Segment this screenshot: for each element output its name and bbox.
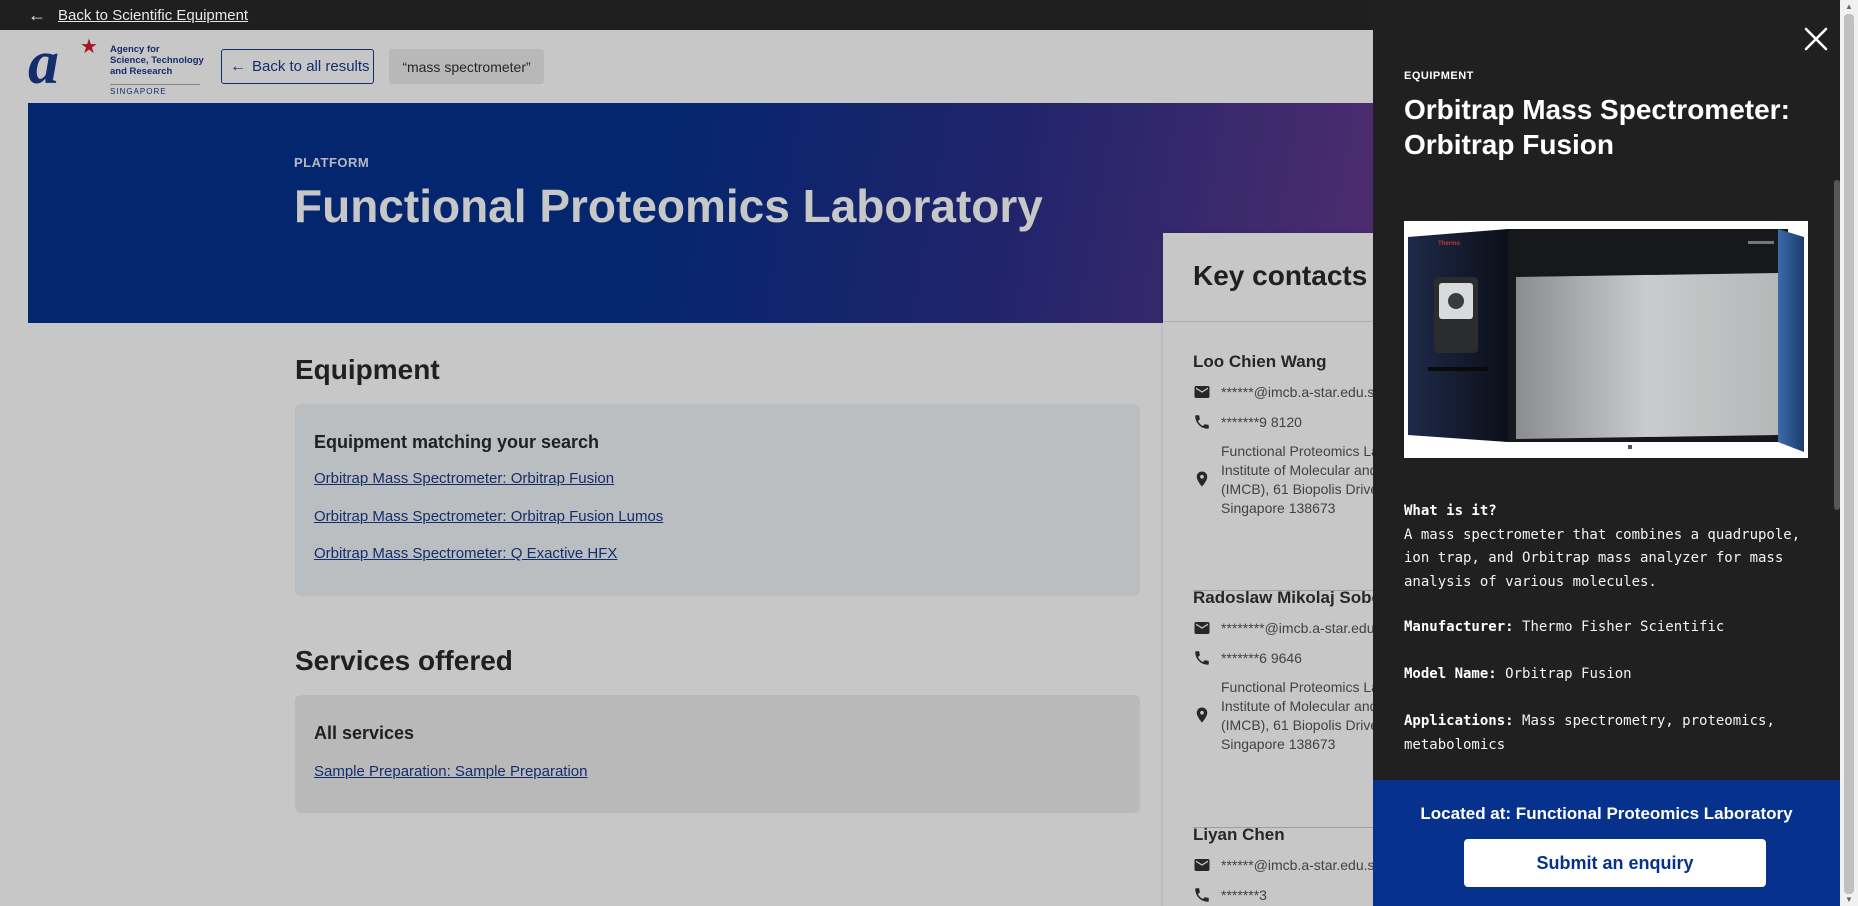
model-value: Orbitrap Fusion xyxy=(1505,666,1632,682)
window-scrollbar[interactable]: ▲ ▼ xyxy=(1840,0,1858,906)
scrollbar-thumb[interactable] xyxy=(1844,14,1854,894)
astar-logo[interactable]: a ★ Agency for Science, Technology and R… xyxy=(28,30,204,97)
equipment-card: Equipment matching your search Orbitrap … xyxy=(295,404,1140,596)
logo-country: SINGAPORE xyxy=(110,84,200,96)
what-is-it-section: What is it? A mass spectrometer that com… xyxy=(1404,500,1814,594)
logo-org-name: Agency for Science, Technology and Resea… xyxy=(110,44,204,77)
located-at-text: Located at: Functional Proteomics Labora… xyxy=(1420,804,1793,823)
location-pin-icon xyxy=(1196,707,1208,723)
what-is-it-label: What is it? xyxy=(1404,503,1497,519)
star-icon: ★ xyxy=(80,36,98,58)
services-card: All services Sample Preparation: Sample … xyxy=(295,695,1140,813)
manufacturer-row: Manufacturer: Thermo Fisher Scientific xyxy=(1404,616,1814,640)
services-card-heading: All services xyxy=(314,723,415,743)
equipment-card-heading: Equipment matching your search xyxy=(314,432,600,452)
page-title: Functional Proteomics Laboratory xyxy=(294,180,1043,232)
equipment-link[interactable]: Orbitrap Mass Spectrometer: Orbitrap Fus… xyxy=(314,470,614,487)
equipment-detail-panel: EQUIPMENT Orbitrap Mass Spectrometer: Or… xyxy=(1373,0,1840,906)
service-link[interactable]: Sample Preparation: Sample Preparation xyxy=(314,763,588,780)
logo-a-mark: a xyxy=(28,30,59,97)
equipment-kicker: EQUIPMENT xyxy=(1404,70,1474,82)
mail-icon xyxy=(1194,859,1210,871)
arrow-left-icon: ← xyxy=(28,5,46,25)
manufacturer-value: Thermo Fisher Scientific xyxy=(1522,619,1725,635)
equipment-heading: Equipment xyxy=(295,354,440,385)
arrow-left-icon: ← xyxy=(230,57,246,75)
back-to-all-results-label: Back to all results xyxy=(252,58,370,75)
scroll-down-icon[interactable]: ▼ xyxy=(1845,895,1853,904)
applications-row: Applications: Mass spectrometry, proteom… xyxy=(1404,710,1814,757)
scroll-up-icon[interactable]: ▲ xyxy=(1845,2,1853,11)
search-query-chip: “mass spectrometer” xyxy=(389,49,544,84)
back-to-all-results-button[interactable]: ← Back to all results xyxy=(221,49,374,84)
equipment-image: Thermo xyxy=(1404,221,1808,458)
phone-icon xyxy=(1195,415,1209,429)
what-is-it-text: A mass spectrometer that combines a quad… xyxy=(1404,526,1801,590)
applications-label: Applications: xyxy=(1404,713,1514,729)
manufacturer-label: Manufacturer: xyxy=(1404,619,1514,635)
close-icon[interactable] xyxy=(1803,26,1829,52)
orbitrap-machine-illustration xyxy=(1408,227,1804,452)
platform-kicker: PLATFORM xyxy=(294,155,370,170)
equipment-link[interactable]: Orbitrap Mass Spectrometer: Orbitrap Fus… xyxy=(314,508,663,525)
phone-icon xyxy=(1195,651,1209,665)
services-heading: Services offered xyxy=(295,645,513,676)
model-label: Model Name: xyxy=(1404,666,1497,682)
location-pin-icon xyxy=(1196,471,1208,487)
brand-label: Thermo xyxy=(1438,241,1461,247)
mail-icon xyxy=(1194,386,1210,398)
model-row: Model Name: Orbitrap Fusion xyxy=(1404,663,1814,687)
phone-icon xyxy=(1195,888,1209,902)
mail-icon xyxy=(1194,622,1210,634)
equipment-title: Orbitrap Mass Spectrometer: Orbitrap Fus… xyxy=(1404,94,1790,160)
back-to-scientific-equipment-link[interactable]: Back to Scientific Equipment xyxy=(58,7,248,24)
submit-enquiry-button[interactable]: Submit an enquiry xyxy=(1464,839,1766,887)
panel-footer: Located at: Functional Proteomics Labora… xyxy=(1373,780,1840,906)
equipment-link[interactable]: Orbitrap Mass Spectrometer: Q Exactive H… xyxy=(314,545,617,562)
